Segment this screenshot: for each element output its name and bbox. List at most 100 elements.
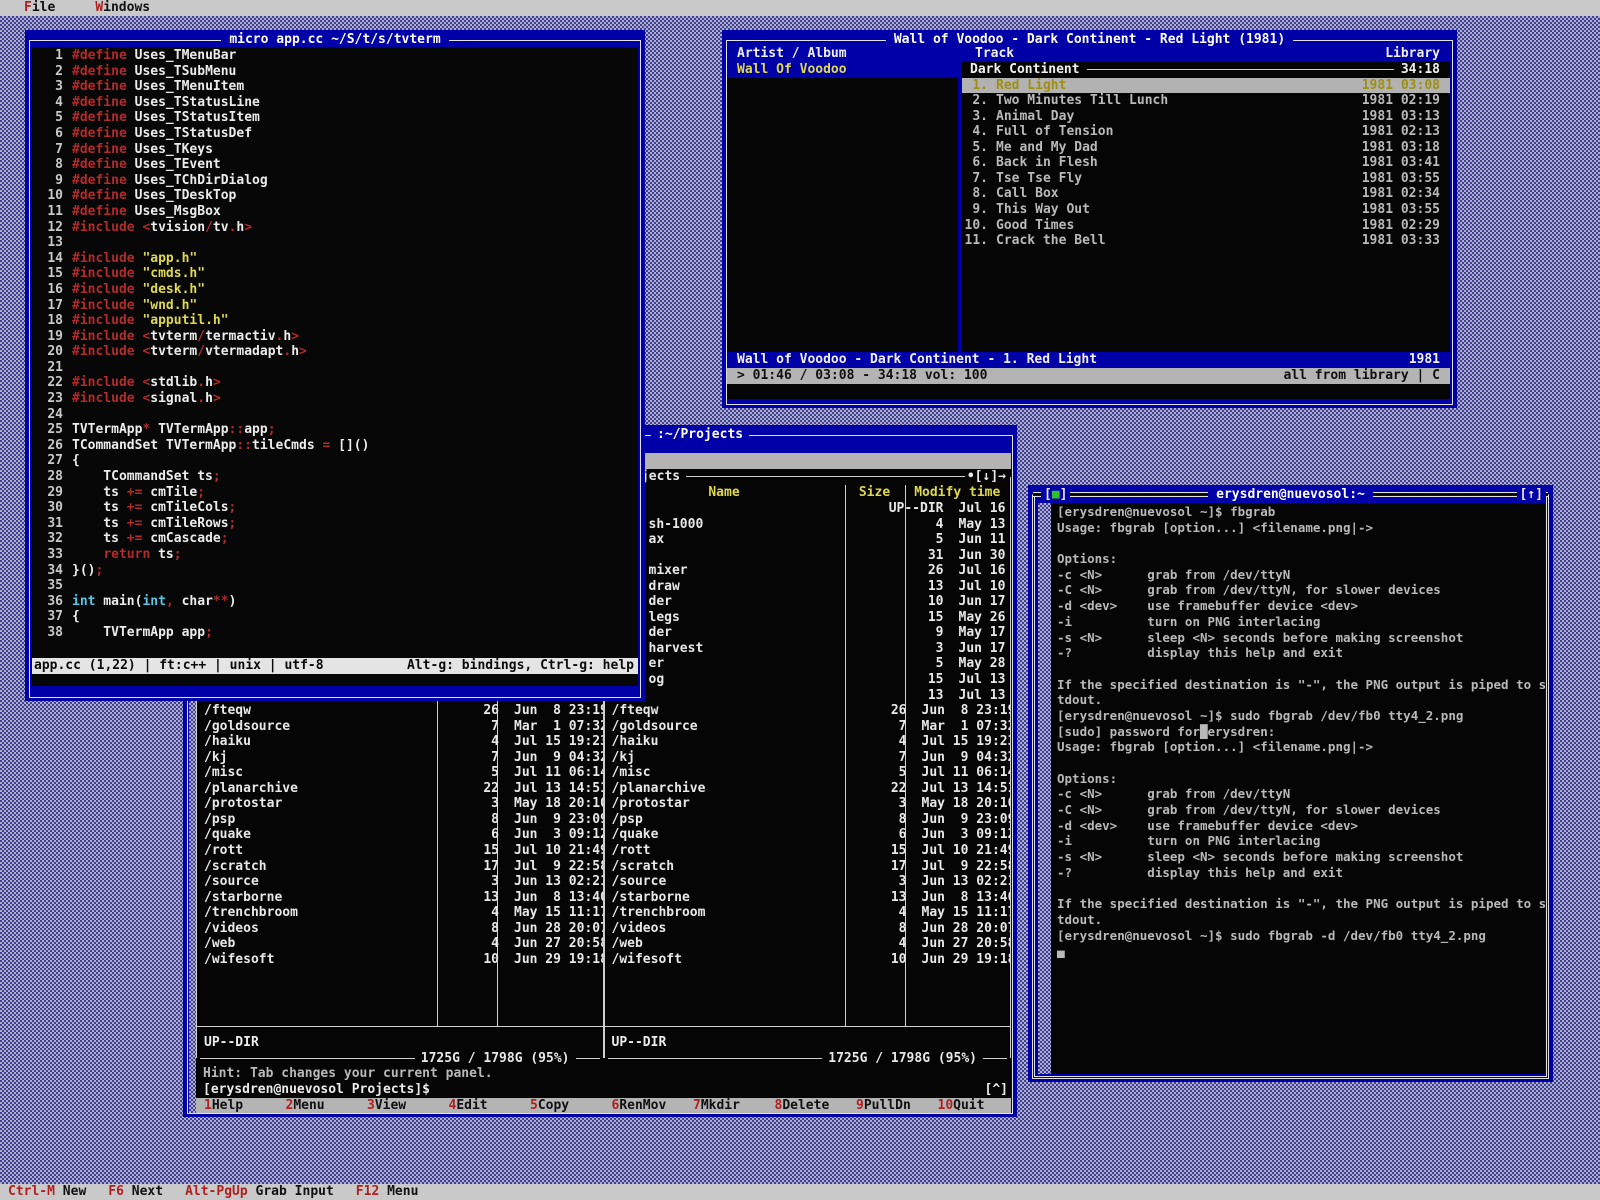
- maximize-icon[interactable]: [↑]: [1517, 488, 1546, 502]
- file-row[interactable]: og15Jul 13 13:49: [605, 672, 1011, 688]
- file-row[interactable]: /starborne13Jun 8 13:40: [605, 890, 1011, 906]
- file-row[interactable]: /goldsource7Mar 1 07:32: [605, 719, 1011, 735]
- track-row[interactable]: 7.Tse Tse Fly1981 03:55: [962, 171, 1450, 187]
- prompt-text[interactable]: [erysdren@nuevosol Projects]$: [203, 1082, 430, 1098]
- terminal-content[interactable]: [erysdren@nuevosol ~]$ fbgrabUsage: fbgr…: [1052, 503, 1545, 1074]
- status-shortcut-next[interactable]: F6 Next: [108, 1184, 163, 1200]
- file-row[interactable]: er5May 28 05:54: [605, 656, 1011, 672]
- fkey-mkdir[interactable]: 7Mkdir: [685, 1098, 767, 1114]
- file-row[interactable]: /source3Jun 13 02:21: [605, 874, 1011, 890]
- track-row[interactable]: 9.This Way Out1981 03:55: [962, 202, 1450, 218]
- fkey-view[interactable]: 3View: [359, 1098, 441, 1114]
- header-track[interactable]: Track: [975, 46, 1014, 62]
- file-row[interactable]: /quake6Jun 3 09:12: [197, 827, 603, 843]
- window-music-player[interactable]: Wall of Voodoo - Dark Continent - Red Li…: [722, 30, 1457, 408]
- track-row[interactable]: 11.Crack the Bell1981 03:33: [962, 233, 1450, 249]
- file-row[interactable]: /kj7Jun 9 04:32: [605, 750, 1011, 766]
- file-row[interactable]: /protostar3May 18 20:10: [605, 796, 1011, 812]
- file-row[interactable]: 31Jun 30 17:40: [605, 548, 1011, 564]
- window-editor[interactable]: micro app.cc ~/S/t/s/tvterm 1#define Use…: [25, 30, 645, 701]
- file-size: 3: [889, 641, 948, 657]
- menu-item-ile[interactable]: File: [24, 0, 55, 16]
- file-row[interactable]: /haiku4Jul 15 19:23: [197, 734, 603, 750]
- close-icon[interactable]: [■]: [1041, 488, 1070, 502]
- code-area[interactable]: 1#define Uses_TMenuBar2#define Uses_TSub…: [33, 48, 636, 658]
- status-shortcut-new[interactable]: Ctrl-M New: [8, 1184, 86, 1200]
- window-terminal[interactable]: [■] erysdren@nuevosol:~ [↑] [erysdren@nu…: [1028, 485, 1553, 1082]
- file-row[interactable]: /scratch17Jul 9 22:58: [197, 859, 603, 875]
- track-row[interactable]: 5.Me and My Dad1981 03:18: [962, 140, 1450, 156]
- file-row[interactable]: 13Jul 13 11:55: [605, 688, 1011, 704]
- file-row[interactable]: mixer26Jul 16 05:01: [605, 563, 1011, 579]
- fkey-menu[interactable]: 2Menu: [278, 1098, 360, 1114]
- file-row[interactable]: /misc5Jul 11 06:14: [197, 765, 603, 781]
- fkey-copy[interactable]: 5Copy: [522, 1098, 604, 1114]
- file-row[interactable]: /starborne13Jun 8 13:40: [197, 890, 603, 906]
- track-row[interactable]: 4.Full of Tension1981 02:13: [962, 124, 1450, 140]
- file-row[interactable]: /fteqw26Jun 8 23:19: [605, 703, 1011, 719]
- line-number: 27: [33, 453, 63, 469]
- track-row[interactable]: 3.Animal Day1981 03:13: [962, 109, 1450, 125]
- file-row[interactable]: /trenchbroom4May 15 11:17: [197, 905, 603, 921]
- file-row[interactable]: /web4Jun 27 20:58: [197, 936, 603, 952]
- mc-panel-right[interactable]: Projects •[↓]→ Name Size Modify time UP-…: [604, 469, 1012, 1066]
- track-row[interactable]: 8.Call Box1981 02:34: [962, 186, 1450, 202]
- header-library[interactable]: Library: [1385, 46, 1440, 62]
- file-row[interactable]: /goldsource7Mar 1 07:32: [197, 719, 603, 735]
- status-shortcut-menu[interactable]: F12 Menu: [356, 1184, 419, 1200]
- file-row[interactable]: der10Jun 17 23:43: [605, 594, 1011, 610]
- file-row[interactable]: /psp8Jun 9 23:09: [197, 812, 603, 828]
- file-row[interactable]: ax5Jun 11 03:52: [605, 532, 1011, 548]
- file-row[interactable]: /videos8Jun 28 20:07: [605, 921, 1011, 937]
- header-mtime[interactable]: Modify time: [905, 485, 1011, 501]
- file-row[interactable]: /wifesoft10Jun 29 19:18: [197, 952, 603, 968]
- file-row[interactable]: /kj7Jun 9 04:32: [197, 750, 603, 766]
- file-row[interactable]: /planarchive22Jul 13 14:51: [197, 781, 603, 797]
- header-artist-album[interactable]: Artist / Album: [737, 46, 847, 62]
- fkey-pulldn[interactable]: 9PullDn: [848, 1098, 930, 1114]
- file-row[interactable]: /wifesoft10Jun 29 19:18: [605, 952, 1011, 968]
- file-row[interactable]: UP--DIRJul 16 14:51: [605, 501, 1011, 517]
- file-row[interactable]: /misc5Jul 11 06:14: [605, 765, 1011, 781]
- status-shortcut-grab-input[interactable]: Alt-PgUp Grab Input: [185, 1184, 334, 1200]
- track-row[interactable]: 6.Back in Flesh1981 03:41: [962, 155, 1450, 171]
- file-row[interactable]: legs15May 26 03:00: [605, 610, 1011, 626]
- track-row[interactable]: 2.Two Minutes Till Lunch1981 02:19: [962, 93, 1450, 109]
- track-row[interactable]: 1.Red Light1981 03:08: [962, 78, 1450, 94]
- file-row[interactable]: /web4Jun 27 20:58: [605, 936, 1011, 952]
- file-row[interactable]: /scratch17Jul 9 22:58: [605, 859, 1011, 875]
- prompt-history-icon[interactable]: [^]: [985, 1082, 1008, 1098]
- panel-scroll-indicator[interactable]: •[↓]→: [965, 469, 1008, 484]
- file-row[interactable]: /videos8Jun 28 20:07: [197, 921, 603, 937]
- artist-list[interactable]: Wall Of Voodoo: [727, 62, 958, 352]
- now-playing-year: 1981: [1409, 352, 1440, 368]
- mc-command-prompt[interactable]: [erysdren@nuevosol Projects]$ [^]: [196, 1082, 1011, 1098]
- terminal-left-scroll-strip[interactable]: [1038, 503, 1051, 1074]
- header-size[interactable]: Size: [845, 485, 905, 501]
- file-row[interactable]: sh-10004May 13 00:31: [605, 517, 1011, 533]
- transport-bar[interactable]: > 01:46 / 03:08 - 34:18 vol: 100 all fro…: [727, 368, 1450, 384]
- file-row[interactable]: /rott15Jul 10 21:49: [605, 843, 1011, 859]
- file-row[interactable]: harvest3Jun 17 23:52: [605, 641, 1011, 657]
- file-row[interactable]: /quake6Jun 3 09:12: [605, 827, 1011, 843]
- fkey-delete[interactable]: 8Delete: [767, 1098, 849, 1114]
- file-row[interactable]: draw13Jul 10 01:00: [605, 579, 1011, 595]
- file-row[interactable]: /rott15Jul 10 21:49: [197, 843, 603, 859]
- file-row[interactable]: der9May 17 11:30: [605, 625, 1011, 641]
- fkey-quit[interactable]: 10Quit: [930, 1098, 1012, 1114]
- track-year-time: 1981 03:33: [1362, 233, 1450, 249]
- file-row[interactable]: /source3Jun 13 02:21: [197, 874, 603, 890]
- file-row[interactable]: /trenchbroom4May 15 11:17: [605, 905, 1011, 921]
- file-row[interactable]: /planarchive22Jul 13 14:51: [605, 781, 1011, 797]
- fkey-edit[interactable]: 4Edit: [441, 1098, 523, 1114]
- fkey-renmov[interactable]: 6RenMov: [604, 1098, 686, 1114]
- track-row[interactable]: 10.Good Times1981 02:29: [962, 218, 1450, 234]
- editor-content[interactable]: 1#define Uses_TMenuBar2#define Uses_TSub…: [32, 47, 638, 686]
- file-row[interactable]: /fteqw26Jun 8 23:19: [197, 703, 603, 719]
- file-row[interactable]: /protostar3May 18 20:10: [197, 796, 603, 812]
- artist-row-selected[interactable]: Wall Of Voodoo: [727, 62, 958, 78]
- file-row[interactable]: /psp8Jun 9 23:09: [605, 812, 1011, 828]
- file-row[interactable]: /haiku4Jul 15 19:23: [605, 734, 1011, 750]
- menu-item-indows[interactable]: Windows: [95, 0, 150, 16]
- fkey-help[interactable]: 1Help: [196, 1098, 278, 1114]
